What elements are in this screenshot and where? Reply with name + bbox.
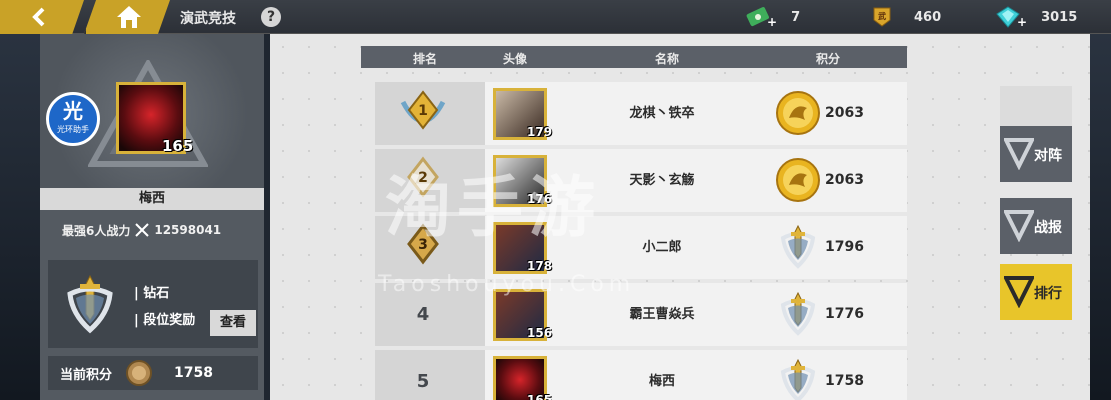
triangle-tab-icon bbox=[1004, 276, 1034, 308]
rank-cell: 1 bbox=[375, 82, 485, 145]
rank-tier-label: | 钻石 bbox=[134, 286, 170, 301]
header-avatar: 头像 bbox=[503, 52, 528, 66]
player-name: 小二郎 bbox=[642, 240, 682, 255]
ranking-table-header: 排名 头像 名称 积分 bbox=[361, 46, 907, 68]
ranking-area: 排名 头像 名称 积分 1 179 龙棋丶铁卒 2063 2 176 天影丶玄觞… bbox=[270, 34, 1090, 400]
rank-number: 1 bbox=[418, 103, 428, 119]
helper-badge[interactable]: 光 光环助手 bbox=[46, 92, 100, 146]
header-rank: 排名 bbox=[413, 52, 438, 66]
player-level: 165 bbox=[527, 393, 553, 400]
player-level: 176 bbox=[527, 192, 553, 206]
rank-number: 3 bbox=[418, 237, 428, 253]
helper-badge-label: 光环助手 bbox=[57, 125, 89, 134]
diamond-value: 3015 bbox=[1041, 9, 1078, 25]
player-score: 1776 bbox=[825, 306, 864, 322]
header-name: 名称 bbox=[655, 52, 680, 66]
rank-cell: 4 bbox=[375, 283, 485, 346]
gold-dragon-medal-icon bbox=[776, 158, 820, 202]
rank-number: 2 bbox=[418, 170, 428, 186]
ranking-row[interactable]: 5 165 梅西 1758 bbox=[375, 350, 907, 400]
diamond-tier-emblem-icon bbox=[67, 274, 113, 334]
player-level: 156 bbox=[527, 326, 553, 340]
back-arrow-icon bbox=[32, 7, 45, 27]
bronze-medal-icon bbox=[126, 360, 153, 386]
home-icon bbox=[117, 6, 141, 28]
player-score: 1758 bbox=[825, 373, 864, 389]
martial-coin-icon: 武 bbox=[873, 7, 891, 27]
cash-ticket-resource[interactable]: + 7 bbox=[745, 6, 801, 29]
player-name: 梅西 bbox=[648, 374, 675, 389]
page-title: 演武竞技 bbox=[180, 11, 236, 27]
martial-coin-value: 460 bbox=[914, 9, 942, 25]
martial-coin-resource: 武 460 bbox=[872, 6, 941, 28]
gold-dragon-medal-icon bbox=[776, 91, 820, 135]
background-scene-left bbox=[0, 34, 40, 400]
tab-battle-report[interactable]: 战报 bbox=[1000, 198, 1072, 254]
player-level: 179 bbox=[527, 125, 553, 139]
ranking-row[interactable]: 2 176 天影丶玄觞 2063 bbox=[375, 149, 907, 212]
diamond-sword-emblem-icon bbox=[780, 224, 816, 269]
power-label: 最强6人战力 bbox=[62, 223, 131, 238]
home-button[interactable] bbox=[84, 0, 170, 34]
current-score-value: 1758 bbox=[174, 365, 213, 381]
profile-header: 光 光环助手 165 bbox=[40, 34, 264, 188]
triangle-tab-icon bbox=[1004, 138, 1034, 170]
diamond-plus: + bbox=[1017, 15, 1028, 29]
triangle-tab-icon bbox=[1004, 210, 1034, 242]
cash-ticket-plus: + bbox=[767, 15, 778, 29]
player-level: 178 bbox=[527, 259, 553, 273]
player-name: 龙棋丶铁卒 bbox=[629, 106, 695, 121]
player-level: 165 bbox=[162, 137, 194, 155]
player-score: 2063 bbox=[825, 172, 864, 188]
crossed-swords-icon bbox=[135, 223, 150, 237]
diamond-sword-emblem-icon bbox=[780, 358, 816, 400]
view-reward-button[interactable]: 查看 bbox=[210, 310, 256, 336]
power-row: 最强6人战力 12598041 bbox=[40, 219, 264, 241]
rank-reward-label: | 段位奖励 bbox=[134, 313, 196, 328]
ranking-row[interactable]: 3 178 小二郎 1796 bbox=[375, 216, 907, 279]
side-tab-spacer bbox=[1000, 86, 1072, 126]
background-scene-right bbox=[1090, 34, 1111, 400]
power-value: 12598041 bbox=[154, 223, 222, 237]
rank-number: 5 bbox=[416, 371, 430, 392]
current-score-label: 当前积分 bbox=[60, 367, 113, 383]
top-bar: 演武竞技 ? + 7 武 460 + 3015 bbox=[0, 0, 1111, 34]
cash-ticket-value: 7 bbox=[791, 9, 801, 25]
player-score: 2063 bbox=[825, 105, 864, 121]
player-score: 1796 bbox=[825, 239, 864, 255]
profile-panel: 光 光环助手 165 梅西 最强6人战力 12598041 | 钻石 | 段位奖… bbox=[40, 34, 264, 400]
tab-battle-report-label: 战报 bbox=[1034, 220, 1062, 236]
help-icon[interactable]: ? bbox=[261, 7, 281, 27]
player-name: 天影丶玄觞 bbox=[629, 173, 695, 188]
diamond-sword-emblem-icon bbox=[780, 291, 816, 336]
helper-badge-glyph: 光 bbox=[63, 99, 83, 123]
tab-ranking-label: 排行 bbox=[1034, 286, 1062, 302]
diamond-resource[interactable]: + 3015 bbox=[995, 6, 1078, 29]
ranking-row[interactable]: 1 179 龙棋丶铁卒 2063 bbox=[375, 82, 907, 145]
tab-matchup[interactable]: 对阵 bbox=[1000, 126, 1072, 182]
rank-tier-box: | 钻石 | 段位奖励 查看 bbox=[48, 260, 258, 348]
current-score-row: 当前积分 1758 bbox=[48, 356, 258, 390]
rank-cell: 5 bbox=[375, 350, 485, 400]
tab-matchup-label: 对阵 bbox=[1034, 148, 1062, 164]
back-button[interactable] bbox=[0, 0, 84, 34]
player-name: 梅西 bbox=[40, 188, 264, 210]
tab-ranking[interactable]: 排行 bbox=[1000, 264, 1072, 320]
player-name: 霸王曹焱兵 bbox=[629, 307, 695, 322]
header-score: 积分 bbox=[816, 52, 841, 66]
rank-number: 4 bbox=[416, 304, 430, 325]
ranking-row[interactable]: 4 156 霸王曹焱兵 1776 bbox=[375, 283, 907, 346]
rank-cell: 2 bbox=[375, 149, 485, 212]
rank-info: | 钻石 | 段位奖励 bbox=[134, 282, 195, 336]
svg-text:武: 武 bbox=[878, 11, 886, 21]
rank-cell: 3 bbox=[375, 216, 485, 279]
